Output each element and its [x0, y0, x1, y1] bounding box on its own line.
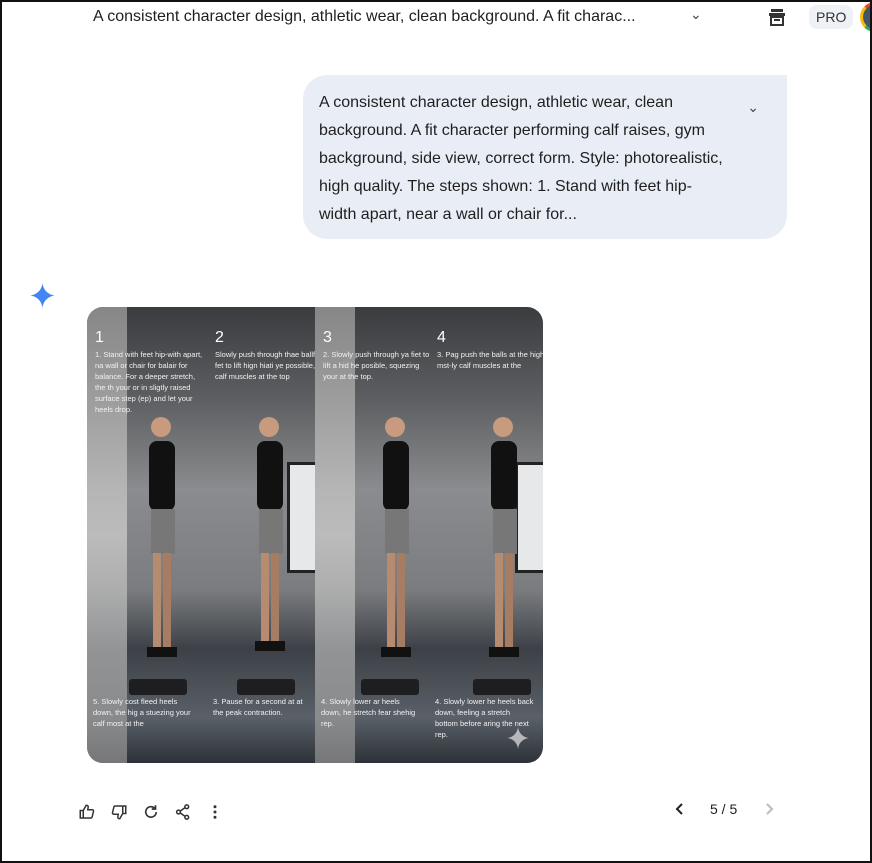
step-caption-top: 1. Stand with feet hip-with apart, na wa… — [95, 350, 203, 414]
step-caption-bottom: 5. Slowly cost fleed heels down, the hig… — [93, 697, 191, 728]
expand-chevron-icon[interactable]: ⌄ — [747, 93, 759, 121]
step-caption-top: 2. Slowly push through ya fiet to lift a… — [323, 350, 429, 381]
thumbs-down-icon[interactable] — [110, 803, 128, 821]
step-number: 3 — [323, 329, 332, 346]
conversation-title[interactable]: A consistent character design, athletic … — [93, 8, 636, 26]
avatar[interactable] — [860, 2, 872, 32]
archive-icon[interactable] — [766, 6, 788, 28]
thumbs-up-icon[interactable] — [78, 803, 96, 821]
image-panel-4: 4 3. Pag push the balls at the high mst-… — [429, 307, 543, 763]
regenerate-icon[interactable] — [142, 803, 160, 821]
image-panel-3: 3 2. Slowly push through ya fiet to lift… — [315, 307, 429, 763]
next-draft-icon[interactable] — [761, 801, 777, 817]
chevron-down-icon[interactable]: ⌄ — [690, 6, 702, 23]
step-caption-top: 3. Pag push the balls at the high mst-ly… — [437, 350, 543, 370]
step-caption-bottom: 4. Slowly lower ar heels down, he stretc… — [321, 697, 416, 728]
share-icon[interactable] — [174, 803, 192, 821]
image-panel-2: 2 Slowly push through thae ballfor fet t… — [207, 307, 315, 763]
top-bar: A consistent character design, athletic … — [0, 0, 872, 36]
pro-badge: PRO — [809, 5, 854, 29]
step-number: 4 — [437, 329, 446, 346]
previous-draft-icon[interactable] — [672, 801, 688, 817]
step-caption-top: Slowly push through thae ballfor fet to … — [215, 350, 315, 381]
image-panel-1: 1 1. Stand with feet hip-with apart, na … — [87, 307, 207, 763]
gemini-sparkle-icon — [30, 283, 55, 308]
step-caption-bottom: 3. Pause for a second at at the peak con… — [213, 697, 303, 717]
user-prompt-bubble: A consistent character design, athletic … — [303, 75, 787, 239]
step-number: 2 — [215, 329, 224, 346]
generated-image[interactable]: 1 1. Stand with feet hip-with apart, na … — [87, 307, 543, 763]
step-number: 1 — [95, 329, 104, 346]
response-actions — [78, 803, 224, 821]
prompt-text: A consistent character design, athletic … — [319, 94, 723, 223]
watermark-sparkle-icon — [507, 727, 529, 749]
draft-counter: 5 / 5 — [710, 801, 738, 817]
more-options-icon[interactable] — [206, 803, 224, 821]
draft-pager: 5 / 5 — [672, 801, 777, 817]
